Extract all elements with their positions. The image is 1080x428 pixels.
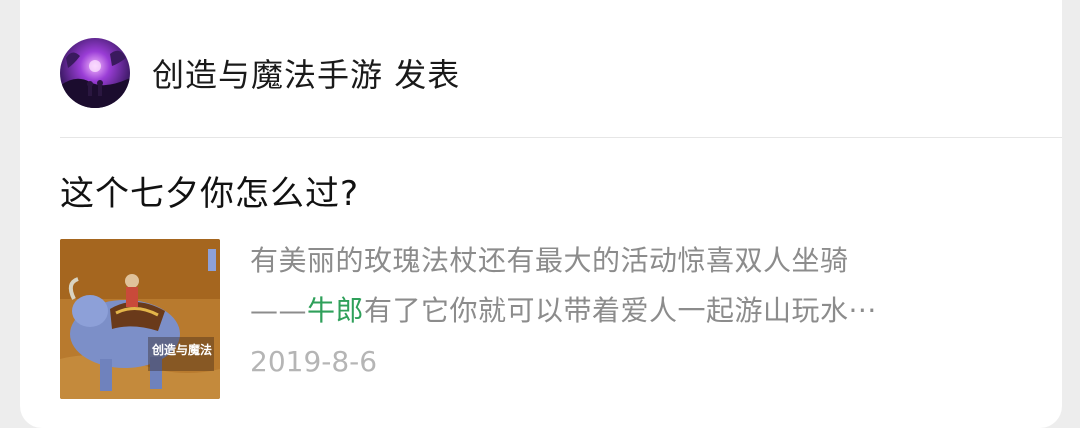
highlight-keyword: 牛郎 bbox=[307, 294, 365, 327]
article-summary: 有美丽的玫瑰法杖还有最大的活动惊喜双人坐骑 ——牛郎有了它你就可以带着爱人一起游… bbox=[250, 236, 1010, 336]
author-avatar[interactable] bbox=[60, 38, 130, 108]
thumbnail-logo: 创造与魔法 bbox=[152, 343, 213, 357]
post-title: 这个七夕你怎么过? bbox=[60, 174, 360, 214]
summary-line-1: 有美丽的玫瑰法杖还有最大的活动惊喜双人坐骑 bbox=[250, 244, 849, 277]
article-date: 2019-8-6 bbox=[250, 345, 378, 378]
summary-line-2-rest: 有了它你就可以带着爱人一起游山玩水··· bbox=[364, 294, 877, 327]
author-name[interactable]: 创造与魔法手游 bbox=[152, 56, 383, 94]
post-card: 创造与魔法手游 发表 这个七夕你怎么过? 创造与魔法 有美丽的玫瑰法杖还有最大的… bbox=[20, 0, 1062, 428]
article-thumbnail: 创造与魔法 bbox=[60, 239, 220, 399]
post-action: 发表 bbox=[394, 56, 461, 94]
summary-line-2: ——牛郎有了它你就可以带着爱人一起游山玩水··· bbox=[250, 286, 1010, 336]
summary-dash: —— bbox=[250, 294, 307, 327]
article-link[interactable]: 创造与魔法 有美丽的玫瑰法杖还有最大的活动惊喜双人坐骑 ——牛郎有了它你就可以带… bbox=[60, 239, 1040, 399]
post-header[interactable]: 创造与魔法手游 发表 bbox=[60, 38, 460, 108]
divider bbox=[60, 137, 1062, 138]
